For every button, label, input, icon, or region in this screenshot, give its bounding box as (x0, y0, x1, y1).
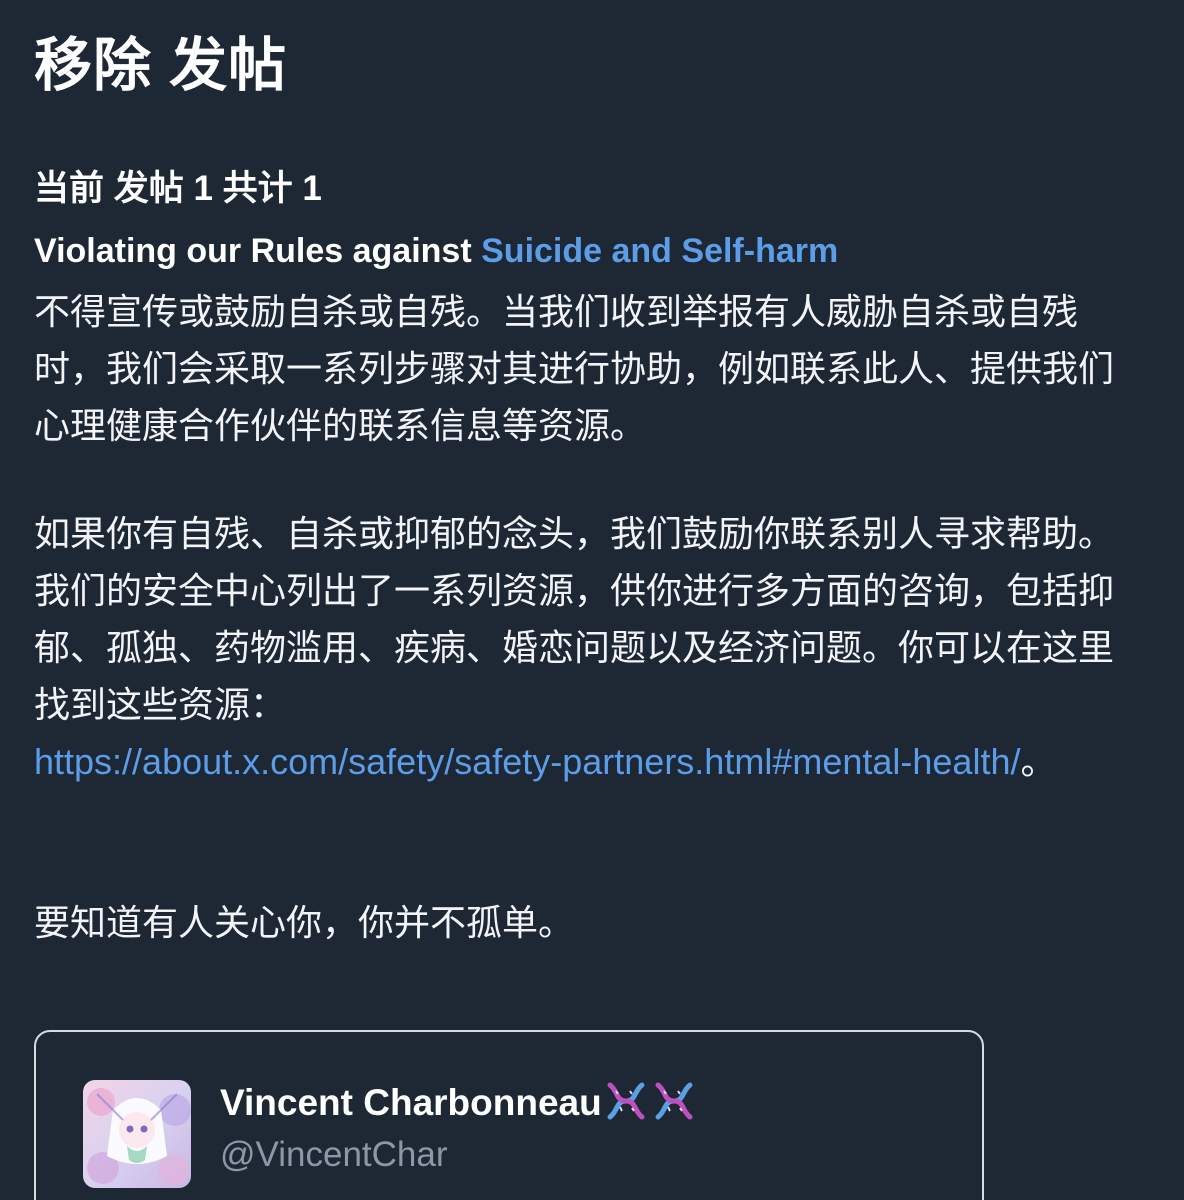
page-title: 移除 发帖 (34, 33, 288, 98)
rule-link-suicide-self-harm[interactable]: Suicide and Self-harm (481, 232, 838, 270)
dna-icon (650, 1081, 698, 1121)
violation-heading: Violating our Rules against Suicide and … (34, 228, 838, 274)
author-name-text: Vincent Charbonneau (220, 1082, 602, 1123)
avatar[interactable] (83, 1080, 191, 1188)
post-counter: 当前 发帖 1 共计 1 (34, 169, 322, 208)
help-text: 如果你有自残、自杀或抑郁的念头，我们鼓励你联系别人寻求帮助。我们的安全中心列出了… (34, 513, 1115, 725)
policy-paragraph: 不得宣传或鼓励自杀或自残。当我们收到举报有人威胁自杀或自残时，我们会采取一系列步… (34, 291, 1115, 446)
help-paragraph: 如果你有自残、自杀或抑郁的念头，我们鼓励你联系别人寻求帮助。我们的安全中心列出了… (34, 505, 1144, 790)
safety-partners-link[interactable]: https://about.x.com/safety/safety-partne… (34, 741, 1020, 782)
dna-icon (602, 1081, 650, 1121)
author-name[interactable]: Vincent Charbonneau (220, 1080, 698, 1126)
support-paragraph: 要知道有人关心你，你并不孤单。 (34, 902, 575, 943)
url-suffix: 。 (1020, 741, 1057, 782)
author-handle[interactable]: @VincentChar (220, 1132, 448, 1178)
violation-prefix: Violating our Rules against (34, 232, 482, 270)
removed-post-card[interactable]: Vincent Charbonneau @VincentChar (34, 1030, 984, 1200)
